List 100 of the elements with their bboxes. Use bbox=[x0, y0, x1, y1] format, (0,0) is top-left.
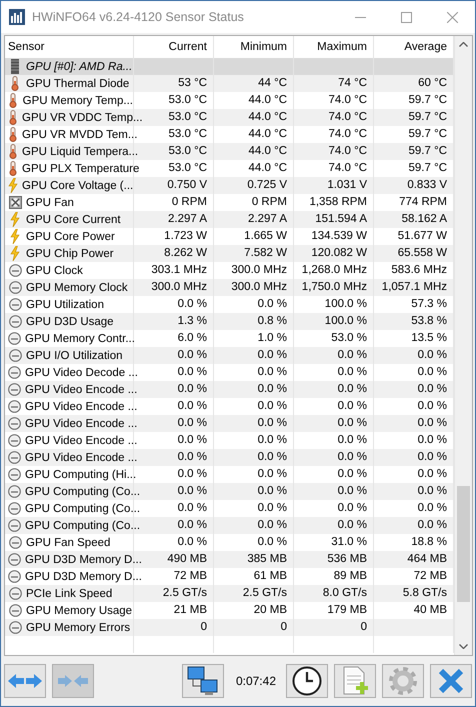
sensor-name: GPU Core Voltage (... bbox=[22, 180, 134, 192]
close-icon bbox=[438, 668, 464, 694]
scroll-up-icon[interactable] bbox=[459, 42, 468, 47]
table-cell: 151.594 A bbox=[294, 211, 374, 228]
sensor-name: GPU Liquid Tempera... bbox=[22, 146, 138, 158]
sensor-name: GPU D3D Usage bbox=[26, 316, 114, 328]
table-cell: 2.297 A bbox=[214, 211, 294, 228]
gauge-icon bbox=[8, 468, 21, 481]
scroll-thumb[interactable] bbox=[457, 486, 470, 602]
elapsed-time: 0:07:42 bbox=[236, 674, 276, 688]
gauge-icon bbox=[8, 570, 21, 583]
thermometer-icon bbox=[8, 161, 18, 176]
monitors-icon bbox=[186, 666, 219, 696]
settings-button[interactable] bbox=[382, 664, 424, 698]
table-cell: 0.0 % bbox=[214, 483, 294, 500]
table-cell: 0.0 % bbox=[294, 347, 374, 364]
gauge-icon bbox=[8, 264, 22, 277]
sensor-name: GPU Utilization bbox=[26, 298, 104, 310]
table-cell: 0.725 V bbox=[214, 177, 294, 194]
sensor-name: GPU Video Decode ... bbox=[25, 366, 138, 378]
table-cell: 2.5 GT/s bbox=[214, 585, 294, 602]
table-cell: 0.0 % bbox=[214, 449, 294, 466]
sensor-name: GPU Thermal Diode bbox=[26, 78, 130, 90]
sensor-name: GPU Video Encode ... bbox=[25, 434, 138, 446]
timer-button[interactable] bbox=[286, 664, 328, 698]
gauge-icon bbox=[8, 604, 22, 617]
lightning-icon bbox=[10, 246, 20, 261]
lightning-icon bbox=[8, 178, 18, 193]
table-cell: 2.5 GT/s bbox=[134, 585, 214, 602]
thermometer-icon bbox=[10, 76, 20, 91]
table-cell: 44 °C bbox=[214, 75, 294, 92]
table-cell: 0.0 % bbox=[214, 517, 294, 534]
document-add-icon bbox=[341, 666, 369, 696]
sensor-name: GPU Computing (Co... bbox=[25, 502, 140, 514]
table-cell: 53 °C bbox=[134, 75, 214, 92]
sensor-name: GPU VR VDDC Temp... bbox=[22, 112, 143, 124]
table-cell: 100.0 % bbox=[294, 313, 374, 330]
gauge-icon bbox=[8, 434, 21, 447]
sensor-name: GPU PLX Temperature bbox=[22, 162, 140, 174]
chip-icon bbox=[10, 59, 20, 74]
table-cell: 0.0 % bbox=[214, 415, 294, 432]
close-icon bbox=[446, 12, 458, 22]
sensor-name: GPU Computing (Hi... bbox=[25, 468, 136, 480]
table-cell: 0 bbox=[134, 619, 214, 636]
table-cell: 0 bbox=[214, 619, 294, 636]
sensor-name: PCIe Link Speed bbox=[26, 588, 112, 600]
table-cell: 0.0 % bbox=[214, 347, 294, 364]
sensor-name: GPU Fan Speed bbox=[26, 536, 110, 548]
group-row[interactable]: GPU [#0]: AMD Ra... bbox=[5, 58, 454, 75]
sensor-name: GPU Fan bbox=[26, 196, 74, 208]
thermometer-icon bbox=[8, 110, 18, 125]
table-cell: 0 bbox=[294, 619, 374, 636]
table-cell: 0.0 % bbox=[294, 381, 374, 398]
sensor-name: GPU D3D Memory D... bbox=[25, 570, 142, 582]
table-cell: 0.0 % bbox=[294, 517, 374, 534]
lightning-icon bbox=[10, 212, 20, 227]
sensor-name: GPU Video Encode ... bbox=[25, 384, 138, 396]
sensor-name: GPU Video Encode ... bbox=[25, 400, 138, 412]
group-label: GPU [#0]: AMD Ra... bbox=[26, 60, 132, 72]
table-cell: 44.0 °C bbox=[214, 143, 294, 160]
table-cell: 74 °C bbox=[294, 75, 374, 92]
scroll-down-icon[interactable] bbox=[459, 644, 468, 650]
sensor-name: GPU Memory Usage bbox=[26, 604, 132, 616]
table-cell: 74.0 °C bbox=[294, 109, 374, 126]
sensor-name: GPU Memory Temp... bbox=[22, 94, 133, 106]
thermometer-icon bbox=[8, 93, 18, 108]
close-sensors-button[interactable] bbox=[430, 664, 472, 698]
gauge-icon bbox=[8, 400, 21, 413]
sensor-name: GPU Memory Clock bbox=[26, 282, 128, 294]
table-cell: 0.750 V bbox=[134, 177, 214, 194]
table-cell: 300.0 MHz bbox=[134, 279, 214, 296]
sensor-name: GPU Memory Contr... bbox=[25, 332, 135, 344]
expand-arrows-icon bbox=[8, 673, 42, 690]
report-button[interactable] bbox=[334, 664, 376, 698]
gauge-icon bbox=[8, 502, 21, 515]
sensor-name: GPU Video Encode ... bbox=[25, 452, 138, 464]
minimize-icon bbox=[354, 16, 366, 18]
table-cell: 74.0 °C bbox=[294, 143, 374, 160]
table-cell: 385 MB bbox=[214, 551, 294, 568]
thermometer-icon bbox=[8, 144, 18, 159]
sensor-name: GPU I/O Utilization bbox=[26, 350, 122, 362]
table-cell: 8.262 W bbox=[134, 245, 214, 262]
window-title: HWiNFO64 v6.24-4120 Sensor Status bbox=[32, 10, 245, 24]
collapse-arrows-icon bbox=[58, 674, 88, 688]
maximize-icon bbox=[400, 12, 412, 22]
table-cell: 120.082 W bbox=[294, 245, 374, 262]
sensor-name: GPU Memory Errors bbox=[26, 622, 130, 634]
gauge-icon bbox=[8, 332, 21, 345]
sensor-name: GPU Core Current bbox=[26, 214, 121, 226]
sensor-name: GPU Clock bbox=[26, 264, 83, 276]
app-icon bbox=[9, 9, 25, 25]
network-button[interactable] bbox=[182, 664, 224, 698]
sensor-name: GPU Computing (Co... bbox=[25, 486, 140, 498]
expand-button[interactable] bbox=[4, 664, 46, 698]
table-cell: 0.0 % bbox=[214, 381, 294, 398]
sensor-name: GPU Video Encode ... bbox=[25, 418, 138, 430]
scrollbar[interactable] bbox=[454, 36, 472, 656]
lightning-icon bbox=[10, 229, 20, 244]
table-cell: 0.0 % bbox=[294, 415, 374, 432]
table-cell: 536 MB bbox=[294, 551, 374, 568]
